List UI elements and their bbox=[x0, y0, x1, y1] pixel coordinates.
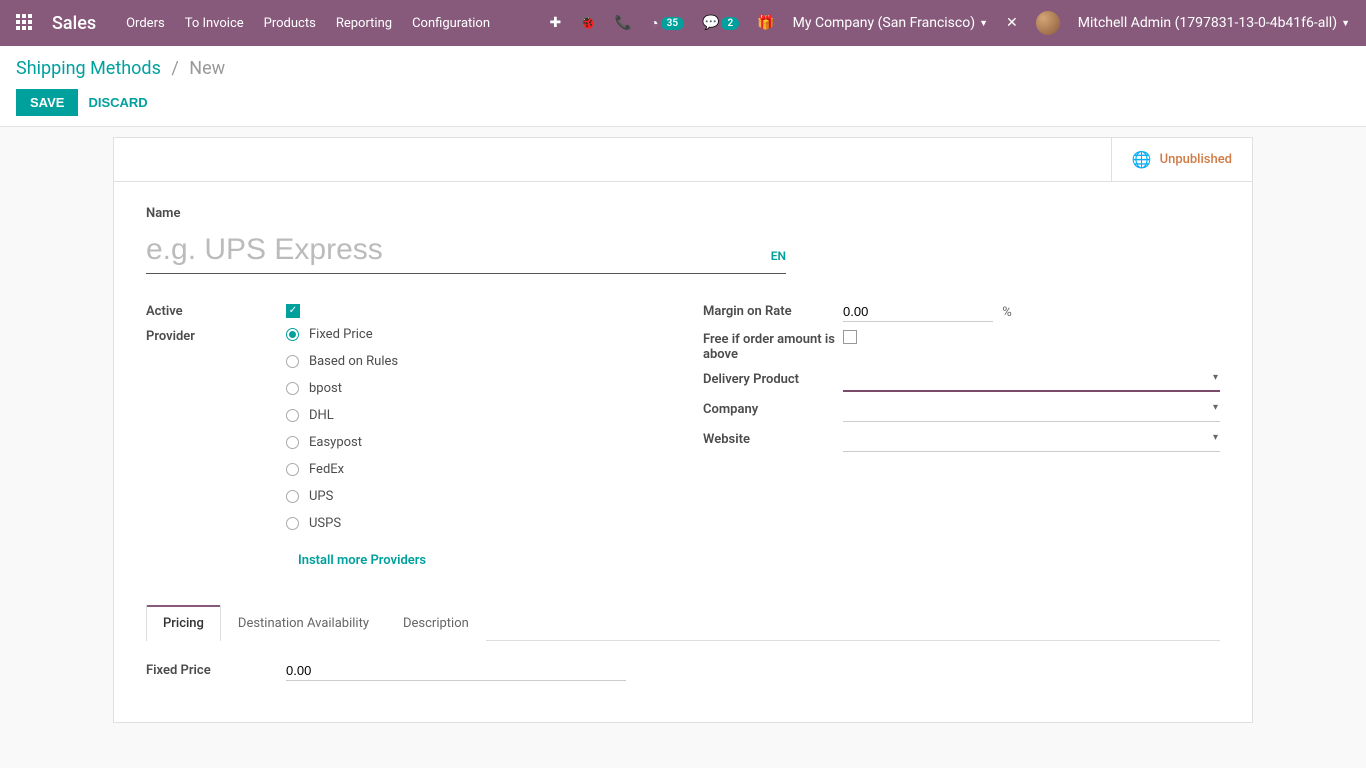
radio-icon bbox=[286, 463, 299, 476]
main-menu: Orders To Invoice Products Reporting Con… bbox=[126, 16, 490, 31]
radio-icon bbox=[286, 328, 299, 341]
company-dropdown[interactable] bbox=[843, 400, 1220, 422]
publish-toggle[interactable]: 🌐 Unpublished bbox=[1111, 138, 1252, 181]
user-menu[interactable]: Mitchell Admin (1797831-13-0-4b41f6-all)… bbox=[1078, 15, 1350, 31]
radio-icon bbox=[286, 517, 299, 530]
provider-option-ups[interactable]: UPS bbox=[286, 489, 663, 504]
clock-badge: 35 bbox=[661, 17, 684, 30]
breadcrumb-parent[interactable]: Shipping Methods bbox=[16, 58, 161, 79]
app-brand[interactable]: Sales bbox=[52, 13, 96, 34]
control-bar: Shipping Methods / New SAVE DISCARD bbox=[0, 46, 1366, 127]
website-dropdown[interactable] bbox=[843, 430, 1220, 452]
breadcrumb-current: New bbox=[189, 58, 225, 79]
clock-icon[interactable]: ◔35 bbox=[650, 15, 684, 32]
avatar[interactable] bbox=[1036, 11, 1060, 35]
breadcrumb: Shipping Methods / New bbox=[16, 58, 1350, 79]
provider-option-dhl[interactable]: DHL bbox=[286, 408, 663, 423]
menu-products[interactable]: Products bbox=[264, 16, 316, 31]
website-label: Website bbox=[703, 430, 843, 447]
install-providers-link[interactable]: Install more Providers bbox=[298, 553, 663, 568]
provider-option-bpost[interactable]: bpost bbox=[286, 381, 663, 396]
discard-button[interactable]: DISCARD bbox=[88, 95, 147, 110]
globe-icon: 🌐 bbox=[1132, 150, 1152, 169]
provider-option-fixed-price[interactable]: Fixed Price bbox=[286, 327, 663, 342]
chat-icon[interactable]: 💬2 bbox=[702, 15, 739, 31]
provider-option-easypost[interactable]: Easypost bbox=[286, 435, 663, 450]
save-button[interactable]: SAVE bbox=[16, 89, 78, 116]
tab-pricing[interactable]: Pricing bbox=[146, 605, 221, 641]
company-switcher[interactable]: My Company (San Francisco)▼ bbox=[793, 15, 988, 31]
gift-icon[interactable]: 🎁 bbox=[757, 15, 774, 31]
radio-icon bbox=[286, 490, 299, 503]
radio-icon bbox=[286, 382, 299, 395]
fixed-price-label: Fixed Price bbox=[146, 661, 286, 678]
content-scroll[interactable]: 🌐 Unpublished Name EN Active ✓ Provider bbox=[0, 127, 1366, 763]
caret-down-icon: ▼ bbox=[979, 18, 988, 29]
radio-icon bbox=[286, 436, 299, 449]
delivery-product-label: Delivery Product bbox=[703, 370, 843, 387]
menu-configuration[interactable]: Configuration bbox=[412, 16, 490, 31]
publish-status: Unpublished bbox=[1160, 152, 1232, 167]
provider-radio-group: Fixed Price Based on Rules bpost DHL Eas… bbox=[286, 327, 663, 568]
tools-icon[interactable]: ✕ bbox=[1006, 15, 1018, 31]
name-input[interactable] bbox=[146, 227, 786, 273]
menu-orders[interactable]: Orders bbox=[126, 16, 165, 31]
tab-content: Fixed Price bbox=[146, 641, 1220, 709]
chat-badge: 2 bbox=[721, 17, 739, 30]
menu-to-invoice[interactable]: To Invoice bbox=[185, 16, 244, 31]
active-label: Active bbox=[146, 302, 286, 319]
menu-reporting[interactable]: Reporting bbox=[336, 16, 392, 31]
lang-button[interactable]: EN bbox=[771, 249, 786, 263]
provider-option-usps[interactable]: USPS bbox=[286, 516, 663, 531]
company-label: Company bbox=[703, 400, 843, 417]
name-label: Name bbox=[146, 206, 1220, 221]
free-over-label: Free if order amount is above bbox=[703, 330, 843, 362]
delivery-product-dropdown[interactable] bbox=[843, 370, 1220, 392]
tab-description[interactable]: Description bbox=[386, 605, 486, 641]
provider-label: Provider bbox=[146, 327, 286, 344]
caret-down-icon: ▼ bbox=[1341, 18, 1350, 29]
phone-icon[interactable]: 📞 bbox=[615, 15, 632, 31]
margin-input[interactable] bbox=[843, 302, 993, 322]
radio-icon bbox=[286, 409, 299, 422]
fixed-price-input[interactable] bbox=[286, 661, 626, 681]
margin-suffix: % bbox=[1002, 305, 1012, 320]
topbar: Sales Orders To Invoice Products Reporti… bbox=[0, 0, 1366, 46]
provider-option-fedex[interactable]: FedEx bbox=[286, 462, 663, 477]
topbar-right: ✚ 🐞 📞 ◔35 💬2 🎁 My Company (San Francisco… bbox=[550, 11, 1350, 35]
free-over-checkbox[interactable] bbox=[843, 330, 857, 344]
tab-destination[interactable]: Destination Availability bbox=[221, 605, 386, 641]
provider-option-based-on-rules[interactable]: Based on Rules bbox=[286, 354, 663, 369]
active-checkbox[interactable]: ✓ bbox=[286, 304, 300, 318]
plus-icon[interactable]: ✚ bbox=[550, 15, 562, 31]
radio-icon bbox=[286, 355, 299, 368]
bug-icon[interactable]: 🐞 bbox=[579, 15, 596, 31]
apps-icon[interactable] bbox=[16, 14, 34, 32]
form-sheet: 🌐 Unpublished Name EN Active ✓ Provider bbox=[113, 137, 1253, 723]
tabs: Pricing Destination Availability Descrip… bbox=[146, 604, 1220, 641]
margin-label: Margin on Rate bbox=[703, 302, 843, 319]
status-bar: 🌐 Unpublished bbox=[114, 138, 1252, 182]
